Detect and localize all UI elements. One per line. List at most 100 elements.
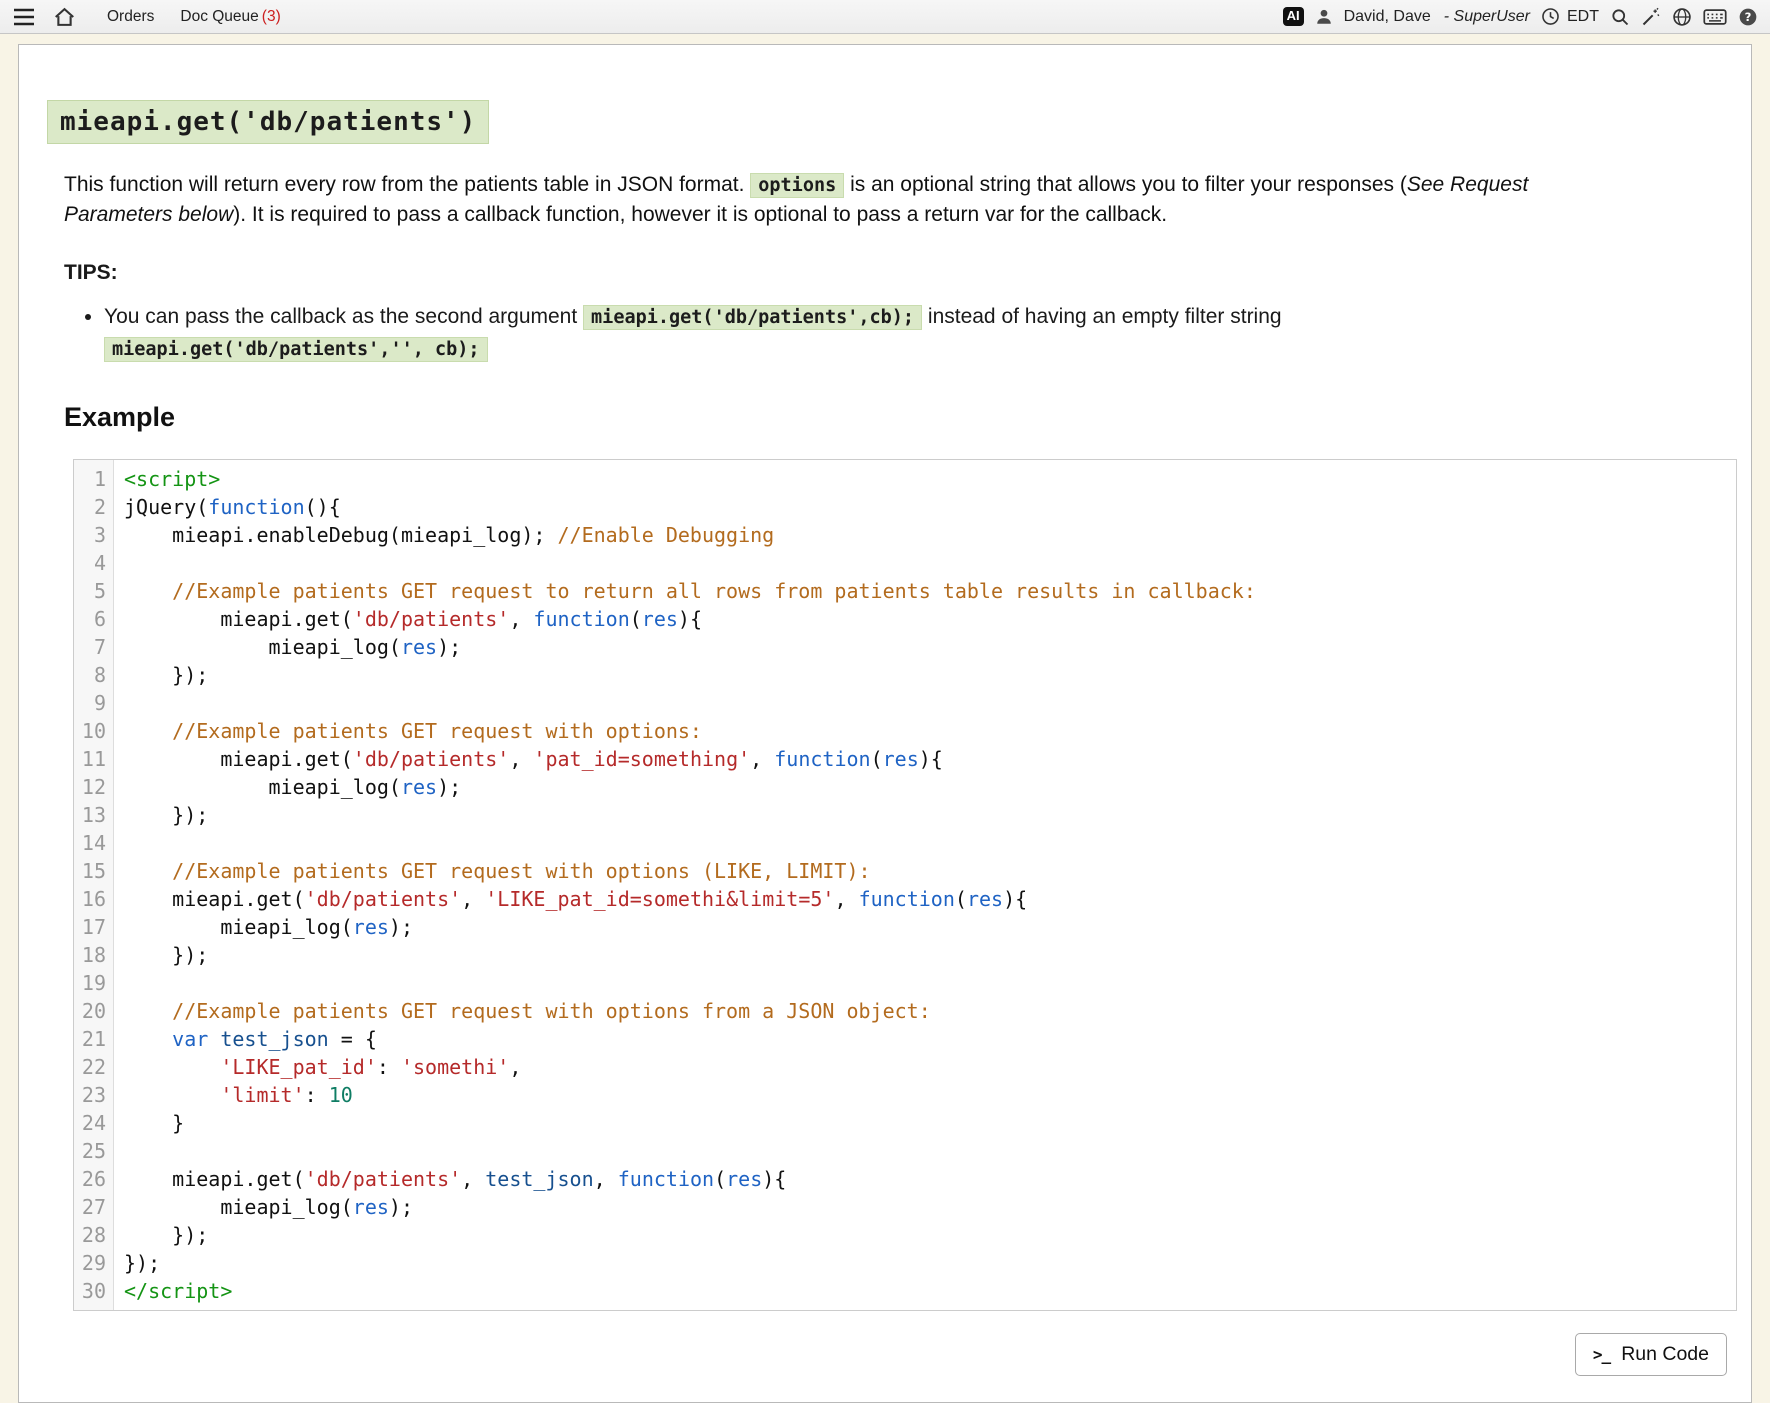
line-number: 15 (78, 857, 106, 885)
line-number: 6 (78, 605, 106, 633)
nav-doc-queue[interactable]: Doc Queue(3) (180, 8, 280, 26)
line-number: 26 (78, 1165, 106, 1193)
run-row: >_ Run Code (47, 1333, 1727, 1376)
menu-icon[interactable] (12, 7, 36, 27)
code-line: <script> (124, 465, 1726, 493)
tip-text-1: You can pass the callback as the second … (104, 305, 583, 328)
line-number: 12 (78, 773, 106, 801)
topbar: Orders Doc Queue(3) AI David, Dave - Sup… (0, 0, 1770, 34)
line-number: 29 (78, 1249, 106, 1277)
line-number: 11 (78, 745, 106, 773)
line-number: 28 (78, 1221, 106, 1249)
line-number: 2 (78, 493, 106, 521)
user-role: - SuperUser (1444, 8, 1530, 26)
line-number: 23 (78, 1081, 106, 1109)
clock-icon[interactable] (1541, 7, 1560, 26)
example-heading: Example (64, 402, 1741, 433)
code-lines: <script>jQuery(function(){ mieapi.enable… (114, 460, 1736, 1310)
doc-panel: mieapi.get('db/patients') This function … (18, 44, 1752, 1403)
timezone-label: EDT (1567, 8, 1599, 26)
code-line: } (124, 1109, 1726, 1137)
code-line (124, 829, 1726, 857)
intro-text-1: This function will return every row from… (64, 173, 750, 196)
code-line: mieapi.get('db/patients', function(res){ (124, 605, 1726, 633)
code-line: //Example patients GET request to return… (124, 577, 1726, 605)
inline-code-options: options (750, 173, 844, 198)
search-icon[interactable] (1610, 7, 1630, 27)
topbar-nav: Orders Doc Queue(3) (107, 8, 281, 26)
code-line: 'limit': 10 (124, 1081, 1726, 1109)
code-line (124, 689, 1726, 717)
code-line: }); (124, 1249, 1726, 1277)
user-name: David, Dave (1344, 8, 1431, 26)
code-line: mieapi_log(res); (124, 1193, 1726, 1221)
code-line: }); (124, 941, 1726, 969)
home-icon[interactable] (54, 7, 75, 27)
line-number: 10 (78, 717, 106, 745)
code-line: 'LIKE_pat_id': 'somethi', (124, 1053, 1726, 1081)
line-number: 20 (78, 997, 106, 1025)
line-number: 1 (78, 465, 106, 493)
line-number: 25 (78, 1137, 106, 1165)
code-line: var test_json = { (124, 1025, 1726, 1053)
line-number: 7 (78, 633, 106, 661)
code-line: }); (124, 1221, 1726, 1249)
tips-list: You can pass the callback as the second … (64, 301, 1534, 366)
code-line-numbers: 1234567891011121314151617181920212223242… (74, 460, 114, 1310)
code-line (124, 549, 1726, 577)
code-line: mieapi.get('db/patients', 'pat_id=someth… (124, 745, 1726, 773)
line-number: 30 (78, 1277, 106, 1305)
page-title: mieapi.get('db/patients') (47, 100, 489, 144)
globe-icon[interactable] (1672, 7, 1692, 27)
doc-queue-label: Doc Queue (180, 8, 258, 25)
page-title-row: mieapi.get('db/patients') (47, 100, 1741, 144)
tip-item: You can pass the callback as the second … (104, 301, 1534, 366)
code-line: }); (124, 661, 1726, 689)
run-code-button[interactable]: >_ Run Code (1575, 1333, 1727, 1376)
line-number: 27 (78, 1193, 106, 1221)
doc-queue-count: (3) (262, 8, 281, 25)
code-line: </script> (124, 1277, 1726, 1305)
run-code-label: Run Code (1621, 1343, 1709, 1366)
intro-text-3: ). It is required to pass a callback fun… (233, 203, 1167, 226)
line-number: 9 (78, 689, 106, 717)
tip-code-2: mieapi.get('db/patients','', cb); (104, 337, 488, 362)
intro-text-2: is an optional string that allows you to… (844, 173, 1407, 196)
line-number: 16 (78, 885, 106, 913)
user-icon (1315, 8, 1333, 26)
code-line: mieapi.get('db/patients', 'LIKE_pat_id=s… (124, 885, 1726, 913)
code-line (124, 969, 1726, 997)
nav-orders[interactable]: Orders (107, 8, 154, 26)
ai-badge[interactable]: AI (1283, 7, 1304, 25)
code-line: mieapi_log(res); (124, 913, 1726, 941)
code-line: mieapi_log(res); (124, 773, 1726, 801)
wand-icon[interactable] (1641, 7, 1661, 27)
line-number: 4 (78, 549, 106, 577)
line-number: 8 (78, 661, 106, 689)
line-number: 21 (78, 1025, 106, 1053)
line-number: 14 (78, 829, 106, 857)
intro-paragraph: This function will return every row from… (64, 170, 1564, 231)
help-icon[interactable]: ? (1738, 7, 1758, 27)
code-block[interactable]: 1234567891011121314151617181920212223242… (73, 459, 1737, 1311)
tip-code-1: mieapi.get('db/patients',cb); (583, 305, 922, 330)
tips-heading: TIPS: (64, 261, 1741, 285)
line-number: 22 (78, 1053, 106, 1081)
code-line (124, 1137, 1726, 1165)
code-line: mieapi.get('db/patients', test_json, fun… (124, 1165, 1726, 1193)
line-number: 19 (78, 969, 106, 997)
code-line: //Example patients GET request with opti… (124, 857, 1726, 885)
line-number: 3 (78, 521, 106, 549)
terminal-prompt-icon: >_ (1593, 1345, 1610, 1364)
svg-text:?: ? (1745, 10, 1752, 24)
line-number: 18 (78, 941, 106, 969)
tip-text-2: instead of having an empty filter string (922, 305, 1282, 328)
line-number: 13 (78, 801, 106, 829)
code-line: mieapi.enableDebug(mieapi_log); //Enable… (124, 521, 1726, 549)
line-number: 17 (78, 913, 106, 941)
line-number: 24 (78, 1109, 106, 1137)
code-line: //Example patients GET request with opti… (124, 717, 1726, 745)
code-line: }); (124, 801, 1726, 829)
line-number: 5 (78, 577, 106, 605)
keyboard-icon[interactable] (1703, 8, 1727, 26)
